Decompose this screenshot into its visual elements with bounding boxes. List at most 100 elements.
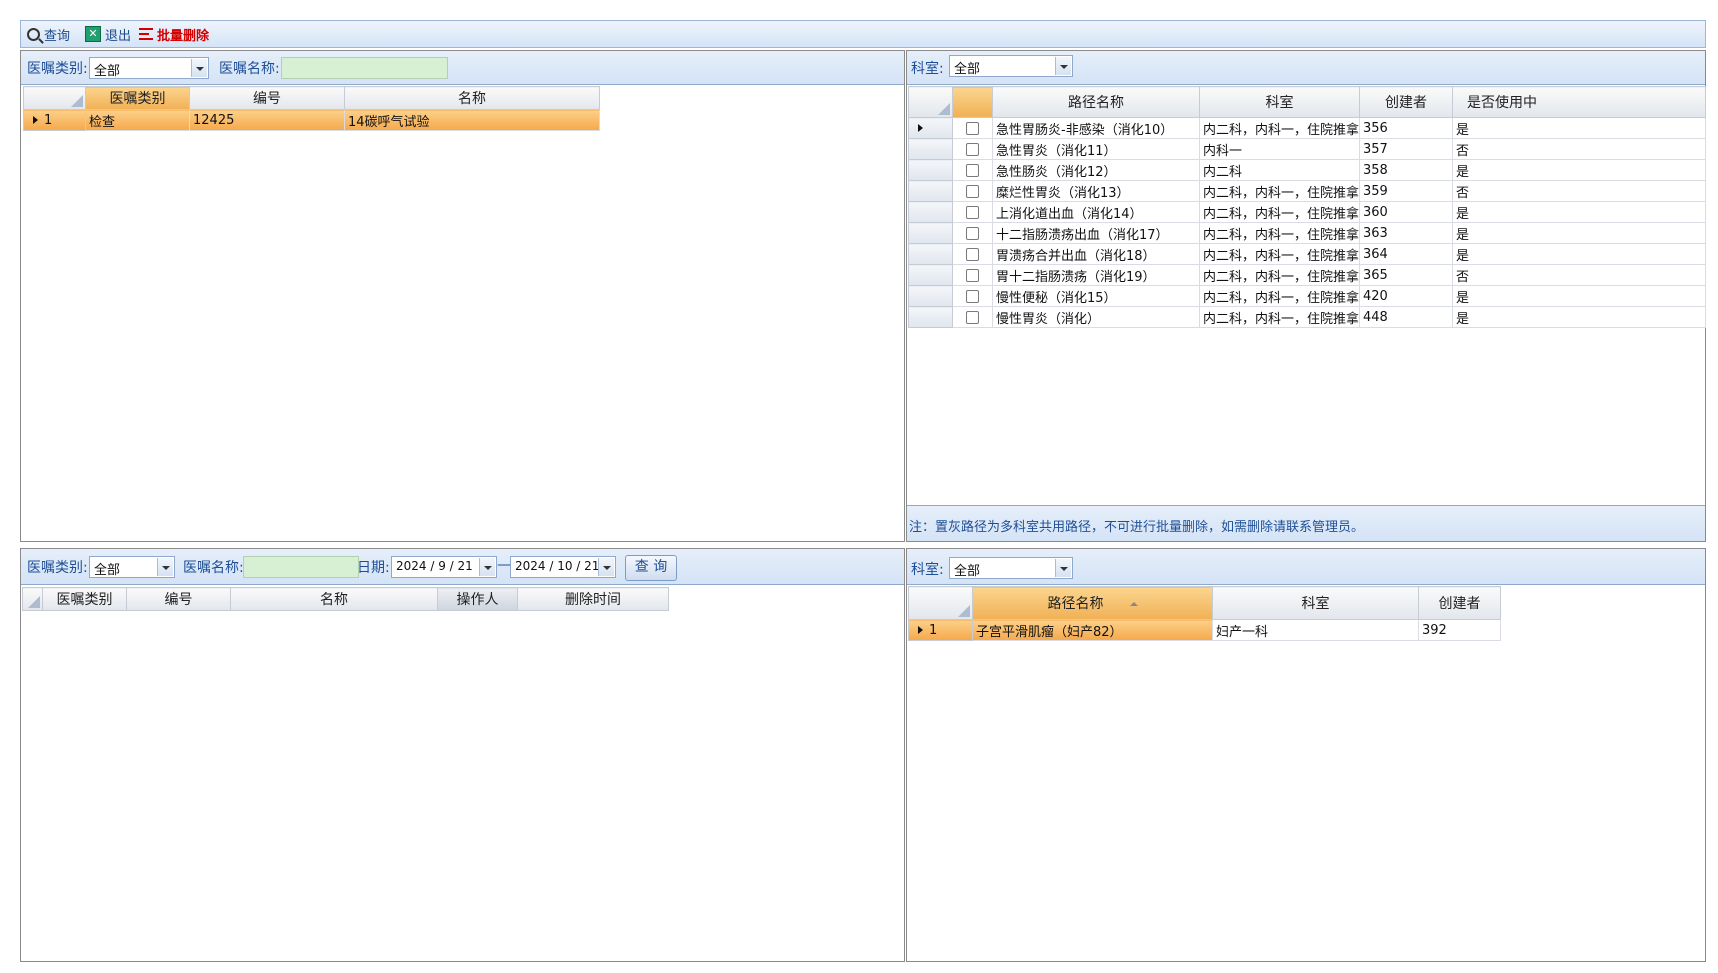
- row-checkbox-cell[interactable]: [952, 201, 993, 223]
- row-checkbox-cell[interactable]: [952, 306, 993, 328]
- query-button[interactable]: 查 询: [625, 555, 677, 581]
- table-row[interactable]: 急性肠炎（消化12） 内二科 358 是: [908, 159, 1706, 181]
- path-cell[interactable]: 急性肠炎（消化12）: [992, 159, 1200, 181]
- category-select[interactable]: 全部: [89, 57, 209, 79]
- row-checkbox-cell[interactable]: [952, 138, 993, 160]
- column-header[interactable]: 编号: [189, 86, 345, 110]
- path-cell[interactable]: 急性胃炎（消化11）: [992, 138, 1200, 160]
- dept-cell[interactable]: 内二科，内科一，住院推拿科: [1199, 306, 1360, 328]
- creator-cell[interactable]: 356: [1359, 117, 1453, 139]
- row-checkbox-cell[interactable]: [952, 285, 993, 307]
- path-cell[interactable]: 十二指肠溃疡出血（消化17）: [992, 222, 1200, 244]
- creator-cell[interactable]: 392: [1418, 619, 1501, 641]
- row-checkbox[interactable]: [966, 247, 979, 261]
- creator-cell[interactable]: 448: [1359, 306, 1453, 328]
- column-header[interactable]: 操作人: [437, 587, 518, 611]
- in-use-cell[interactable]: 是: [1452, 159, 1706, 181]
- column-header[interactable]: 科室: [1212, 586, 1419, 620]
- column-header[interactable]: 名称: [230, 587, 438, 611]
- path-cell[interactable]: 慢性便秘（消化15）: [992, 285, 1200, 307]
- path-cell[interactable]: 慢性胃炎（消化）: [992, 306, 1200, 328]
- category-cell[interactable]: 检查: [85, 109, 190, 131]
- category-select[interactable]: 全部: [89, 556, 175, 578]
- in-use-cell[interactable]: 是: [1452, 306, 1706, 328]
- row-checkbox-cell[interactable]: [952, 117, 993, 139]
- creator-cell[interactable]: 357: [1359, 138, 1453, 160]
- table-row[interactable]: 胃溃疡合并出血（消化18） 内二科，内科一，住院推拿科 364 是: [908, 243, 1706, 265]
- dept-select[interactable]: 全部: [949, 557, 1073, 579]
- row-header[interactable]: [908, 180, 953, 202]
- order-name-input[interactable]: [281, 57, 448, 79]
- path-cell[interactable]: 糜烂性胃炎（消化13）: [992, 180, 1200, 202]
- column-header[interactable]: 医嘱类别: [85, 86, 190, 110]
- row-checkbox[interactable]: [966, 142, 979, 156]
- dept-cell[interactable]: 内二科，内科一，住院推拿科: [1199, 285, 1360, 307]
- creator-cell[interactable]: 360: [1359, 201, 1453, 223]
- row-checkbox[interactable]: [966, 121, 979, 135]
- row-header[interactable]: [908, 285, 953, 307]
- creator-cell[interactable]: 358: [1359, 159, 1453, 181]
- select-all-corner[interactable]: [908, 86, 953, 118]
- creator-cell[interactable]: 365: [1359, 264, 1453, 286]
- dept-cell[interactable]: 妇产一科: [1212, 619, 1419, 641]
- row-header[interactable]: [908, 222, 953, 244]
- row-header[interactable]: [908, 243, 953, 265]
- dept-cell[interactable]: 内二科，内科一，住院推拿科: [1199, 117, 1360, 139]
- chevron-down-icon[interactable]: [1055, 559, 1071, 577]
- row-checkbox[interactable]: [966, 268, 979, 282]
- row-checkbox-cell[interactable]: [952, 264, 993, 286]
- row-header[interactable]: [908, 117, 953, 139]
- column-header[interactable]: 名称: [344, 86, 600, 110]
- row-header[interactable]: [908, 201, 953, 223]
- in-use-cell[interactable]: 否: [1452, 180, 1706, 202]
- table-row[interactable]: 慢性便秘（消化15） 内二科，内科一，住院推拿科 420 是: [908, 285, 1706, 307]
- row-checkbox[interactable]: [966, 184, 979, 198]
- table-row[interactable]: 1 子宫平滑肌瘤（妇产82） 妇产一科 392: [908, 619, 1501, 641]
- chevron-down-icon[interactable]: [157, 558, 173, 576]
- chevron-down-icon[interactable]: [598, 558, 614, 576]
- row-header[interactable]: [908, 159, 953, 181]
- table-row[interactable]: 急性胃肠炎-非感染（消化10） 内二科，内科一，住院推拿科 356 是: [908, 117, 1706, 139]
- exit-toolbar-button[interactable]: ✕ 退出: [85, 24, 131, 44]
- table-row[interactable]: 上消化道出血（消化14） 内二科，内科一，住院推拿科 360 是: [908, 201, 1706, 223]
- in-use-cell[interactable]: 否: [1452, 138, 1706, 160]
- batch-delete-button[interactable]: 批量删除: [139, 24, 209, 44]
- column-header[interactable]: 编号: [126, 587, 231, 611]
- in-use-cell[interactable]: 是: [1452, 117, 1706, 139]
- column-header[interactable]: 创建者: [1418, 586, 1501, 620]
- select-all-corner[interactable]: [908, 586, 973, 620]
- column-header[interactable]: 是否使用中: [1452, 86, 1706, 118]
- row-header[interactable]: [908, 138, 953, 160]
- date-to-picker[interactable]: 2024 / 10 / 21: [510, 556, 616, 578]
- in-use-cell[interactable]: 否: [1452, 264, 1706, 286]
- row-checkbox[interactable]: [966, 226, 979, 240]
- table-row[interactable]: 胃十二指肠溃疡（消化19） 内二科，内科一，住院推拿科 365 否: [908, 264, 1706, 286]
- chevron-down-icon[interactable]: [191, 59, 207, 77]
- dept-cell[interactable]: 内二科，内科一，住院推拿科: [1199, 180, 1360, 202]
- row-checkbox-cell[interactable]: [952, 243, 993, 265]
- chevron-down-icon[interactable]: [479, 558, 495, 576]
- select-all-corner[interactable]: [23, 86, 86, 110]
- date-from-picker[interactable]: 2024 / 9 / 21: [391, 556, 497, 578]
- row-header[interactable]: [908, 306, 953, 328]
- column-header[interactable]: 医嘱类别: [42, 587, 127, 611]
- row-checkbox-cell[interactable]: [952, 222, 993, 244]
- in-use-cell[interactable]: 是: [1452, 222, 1706, 244]
- row-checkbox[interactable]: [966, 289, 979, 303]
- code-cell[interactable]: 12425: [189, 109, 345, 131]
- checkbox-column-header[interactable]: [952, 86, 993, 118]
- table-row[interactable]: 慢性胃炎（消化） 内二科，内科一，住院推拿科 448 是: [908, 306, 1706, 328]
- dept-cell[interactable]: 内二科: [1199, 159, 1360, 181]
- order-name-input[interactable]: [243, 556, 359, 578]
- dept-cell[interactable]: 内二科，内科一，住院推拿科: [1199, 264, 1360, 286]
- row-checkbox[interactable]: [966, 310, 979, 324]
- row-checkbox[interactable]: [966, 163, 979, 177]
- column-header[interactable]: 科室: [1199, 86, 1360, 118]
- query-toolbar-button[interactable]: 查询: [27, 24, 70, 44]
- dept-cell[interactable]: 内科一: [1199, 138, 1360, 160]
- select-all-corner[interactable]: [22, 587, 43, 611]
- path-cell[interactable]: 胃溃疡合并出血（消化18）: [992, 243, 1200, 265]
- in-use-cell[interactable]: 是: [1452, 285, 1706, 307]
- creator-cell[interactable]: 363: [1359, 222, 1453, 244]
- row-checkbox[interactable]: [966, 205, 979, 219]
